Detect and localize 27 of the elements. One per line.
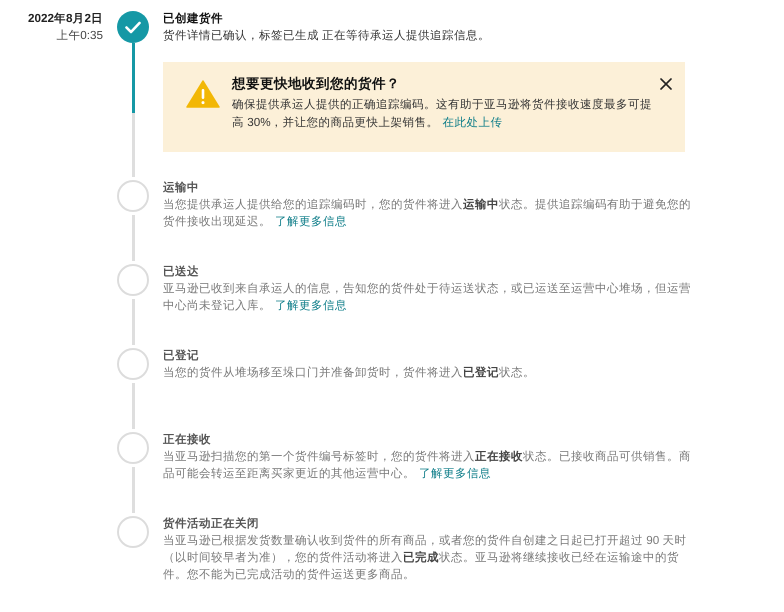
timeline-connector <box>132 299 134 345</box>
step-title: 运输中 <box>163 180 200 196</box>
upload-link[interactable]: 在此处上传 <box>442 116 503 129</box>
learn-more-link[interactable]: 了解更多信息 <box>275 215 347 228</box>
alert-title: 想要更快地收到您的货件？ <box>232 75 401 93</box>
step-title: 已创建货件 <box>163 11 224 27</box>
timeline-connector <box>132 467 134 513</box>
step-description: 当您提供承运人提供给您的追踪编码时，您的货件将进入运输中状态。提供追踪编码有助于避免您的货件接收出现延迟。 了解更多信息 <box>163 197 692 230</box>
alert-text: 确保提供承运人提供的正确追踪编码。这有助于亚马逊将货件接收速度最多可提高 30%，并让您的商品更快上架销售。 在此处上传 <box>232 97 653 131</box>
close-button[interactable] <box>660 78 672 90</box>
close-icon <box>660 78 672 90</box>
step-description: 当亚马逊已根据发货数量确认收到货件的所有商品，或者您的货件自创建之日起已打开超过 90 天时（以时间较早者为准），您的货件活动将进入已完成状态。亚马逊将继续接收已经在运输途中的货件。您不能为已完成活动的货件运送更多商品。 <box>163 533 688 583</box>
step-title: 已登记 <box>163 348 200 364</box>
step-description: 亚马逊已收到来自承运人的信息，告知您的货件处于待运送状态，或已运送至运营中心堆场，但运营中心尚未登记入库。 了解更多信息 <box>163 281 692 314</box>
learn-more-link[interactable]: 了解更多信息 <box>275 299 347 312</box>
step-description: 当亚马逊扫描您的第一个货件编号标签时，您的货件将进入正在接收状态。已接收商品可供销售。商品可能会转运至距离买家更近的其他运营中心。 了解更多信息 <box>163 449 692 482</box>
timeline-connector <box>132 383 134 429</box>
step-time: 上午0:35 <box>56 28 103 44</box>
step-date: 2022年8月2日 <box>28 11 103 27</box>
learn-more-link[interactable]: 了解更多信息 <box>419 467 491 480</box>
timeline-connector <box>132 215 134 261</box>
step-description: 货件详情已确认，标签已生成 正在等待承运人提供追踪信息。 <box>163 28 492 44</box>
step-description: 当您的货件从堆场移至垛口门并准备卸货时，货件将进入已登记状态。 <box>163 365 536 381</box>
step-title: 已送达 <box>163 264 200 280</box>
step-title: 货件活动正在关闭 <box>163 516 260 532</box>
step-title: 正在接收 <box>163 432 212 448</box>
warning-icon <box>186 80 220 108</box>
